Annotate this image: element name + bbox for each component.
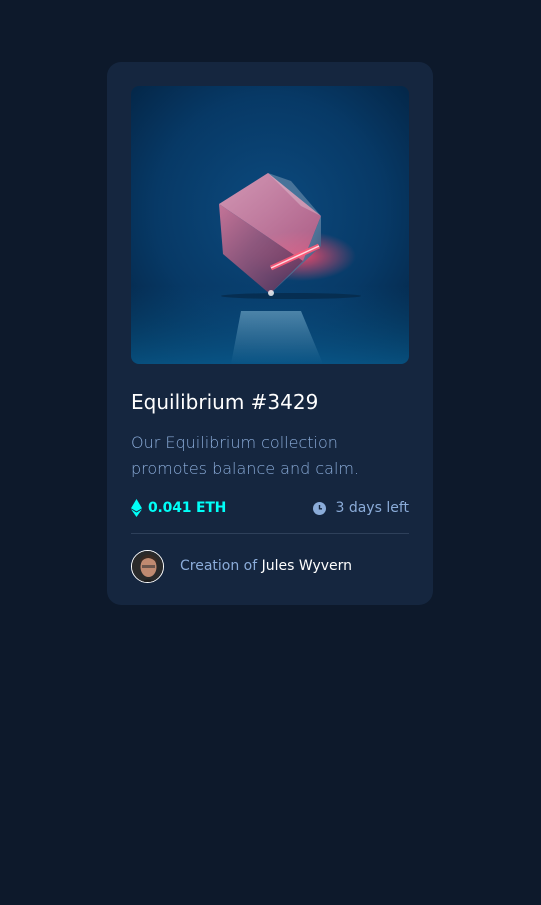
nft-title[interactable]: Equilibrium #3429	[131, 389, 409, 415]
nft-meta-row: 0.041 ETH 3 days left	[131, 496, 409, 520]
time-left-value: 3 days left	[335, 500, 409, 516]
avatar	[131, 549, 164, 583]
ethereum-icon	[131, 499, 142, 517]
price-info: 0.041 ETH	[131, 499, 226, 517]
nft-preview-card: Equilibrium #3429 Our Equilibrium collec…	[107, 62, 433, 605]
creator-prefix: Creation of	[180, 558, 262, 574]
price-value: 0.041 ETH	[148, 500, 227, 516]
clock-icon	[313, 501, 327, 515]
creator-name-link[interactable]: Jules Wyvern	[262, 558, 352, 574]
creator-text: Creation of Jules Wyvern	[180, 558, 352, 574]
nft-image[interactable]	[131, 86, 409, 364]
cube-artwork	[131, 86, 409, 364]
time-info: 3 days left	[313, 500, 409, 516]
creator-row: Creation of Jules Wyvern	[131, 549, 409, 583]
nft-description: Our Equilibrium collection promotes bala…	[131, 433, 360, 478]
divider	[131, 533, 409, 534]
